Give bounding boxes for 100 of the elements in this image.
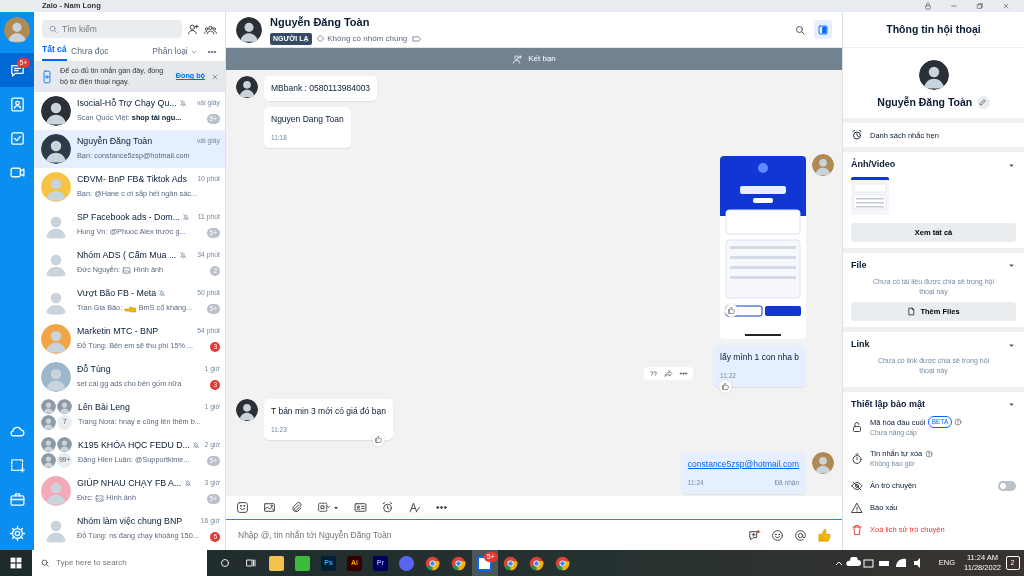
- screenshot-icon[interactable]: [317, 501, 330, 514]
- thumbs-up-icon[interactable]: [817, 527, 832, 543]
- image-icon: [95, 494, 105, 504]
- forward-icon[interactable]: [664, 368, 674, 378]
- sticker-icon[interactable]: [236, 501, 249, 514]
- conversation-name: Lên Bài Leng: [78, 401, 130, 414]
- contact-card-icon[interactable]: [354, 501, 367, 514]
- section-title: Ảnh/Video: [851, 158, 896, 172]
- image-icon: [122, 266, 132, 276]
- warning-icon: [851, 501, 863, 514]
- help-icon[interactable]: [924, 449, 933, 458]
- quote-icon[interactable]: [649, 368, 659, 378]
- start-button[interactable]: [10, 557, 22, 569]
- conversation-name: Nhóm ADS ( Cấm Mua ...: [77, 249, 177, 262]
- conversation-name: CĐVM- BnP FB& Tiktok Ads: [77, 173, 187, 186]
- like-icon[interactable]: [372, 433, 386, 447]
- conversation-name: Nhóm làm việc chung BNP: [77, 515, 183, 528]
- screen-capture-icon: [8, 456, 26, 474]
- avatar: [41, 323, 71, 354]
- edit-name-button[interactable]: [976, 95, 990, 109]
- conversation-name: K195 KHÓA HỌC FEDU D...: [78, 439, 190, 452]
- info-panel-toggle[interactable]: [813, 20, 832, 39]
- close-icon[interactable]: [1002, 2, 1010, 10]
- mutual-groups-link[interactable]: Không có nhóm chung: [316, 32, 408, 45]
- browser-icon: [425, 555, 440, 571]
- conversation-name: Vượt Bão FB - Meta: [77, 287, 157, 300]
- like-icon[interactable]: [719, 379, 733, 393]
- message-text: MBbank : 0580113984003: [271, 82, 371, 95]
- add-friend-icon[interactable]: [186, 22, 200, 36]
- taskbar-search[interactable]: Type here to search: [32, 550, 207, 576]
- lock-icon[interactable]: [924, 2, 932, 10]
- filter-dropdown[interactable]: Phân loại: [152, 45, 198, 61]
- search-field[interactable]: Tìm kiếm: [42, 20, 182, 38]
- dashed-circle-icon: [316, 34, 325, 44]
- quick-message-icon[interactable]: [748, 528, 761, 542]
- conversation-name: SP Facebook ads - Dom...: [77, 211, 180, 224]
- panel-title: Thông tin hội thoại: [886, 21, 981, 38]
- section-title: Link: [851, 338, 870, 352]
- browser-icon: [529, 555, 544, 571]
- email-link[interactable]: constance5zsp@hotmail.com: [687, 459, 799, 470]
- app-icon: [295, 555, 310, 571]
- browser-icon: [555, 555, 570, 571]
- text-format-icon[interactable]: [408, 501, 421, 514]
- app-icon: [269, 555, 284, 571]
- padlock-icon: [851, 421, 863, 434]
- avatar: [41, 399, 56, 415]
- file-icon: [907, 307, 917, 317]
- avatar: [41, 171, 71, 202]
- side-panel-icon: [816, 23, 829, 36]
- conversation-name: Marketin MTC - BNP: [77, 325, 159, 338]
- conversation-name: GIÚP NHAU CHẠY FB A...: [77, 477, 182, 490]
- circle-icon: [218, 557, 231, 569]
- emoji-icon[interactable]: [771, 528, 784, 542]
- avatar: [41, 95, 71, 126]
- conversation-name: Isocial-Hỗ Trợ Chạy Qu...: [77, 97, 177, 110]
- avatar: [918, 60, 949, 90]
- close-icon[interactable]: [211, 72, 219, 81]
- browser-icon: [451, 555, 466, 571]
- paperclip-icon[interactable]: [290, 501, 303, 514]
- checkbox-icon: [8, 129, 26, 147]
- timer-icon: [851, 452, 863, 465]
- avatar: [41, 453, 56, 469]
- help-icon[interactable]: [954, 418, 963, 427]
- trash-icon: [851, 523, 863, 536]
- search-input[interactable]: Tìm kiếm: [62, 22, 176, 36]
- avatar: [41, 475, 71, 506]
- pointing-hand-icon: [124, 304, 137, 313]
- collapse-caret-icon[interactable]: [1007, 400, 1016, 409]
- alarm-clock-icon: [851, 129, 863, 142]
- search-icon: [40, 558, 50, 568]
- add-friend-button[interactable]: Kết bạn: [226, 48, 842, 70]
- app-icon: [399, 555, 414, 571]
- section-title: File: [851, 259, 867, 272]
- message-input-field[interactable]: Nhập @, tin nhắn tới Nguyễn Đăng Toàn: [226, 520, 842, 550]
- search-icon: [48, 24, 58, 34]
- tab[interactable]: Chưa đọc: [71, 45, 109, 61]
- avatar: [41, 133, 71, 164]
- message-text: T bán min 3 mới có giá đó bạn: [271, 404, 387, 418]
- restore-icon[interactable]: [976, 2, 984, 10]
- avatar: [41, 361, 71, 392]
- task-view-icon: [244, 557, 257, 569]
- message-text: lấy mình 1 con nha b: [720, 351, 799, 364]
- eye-off-icon: [851, 479, 863, 492]
- conversation-name: Đỗ Tùng: [77, 363, 111, 376]
- mention-icon[interactable]: [794, 528, 807, 542]
- avatar: [41, 415, 56, 431]
- avatar: [4, 17, 30, 43]
- section-title: Thiết lập bảo mật: [851, 397, 925, 411]
- message-text: Nguyen Dang Toan: [271, 112, 344, 126]
- pencil-icon: [979, 98, 988, 107]
- contact-name: Nguyễn Đăng Toàn: [270, 15, 371, 30]
- settings-icon: [8, 524, 26, 542]
- avatar: [41, 437, 56, 453]
- conversation-name: Nguyễn Đăng Toàn: [77, 135, 153, 148]
- search-icon[interactable]: [793, 23, 806, 36]
- phone-icon: [40, 69, 54, 84]
- image-icon[interactable]: [263, 501, 276, 514]
- browser-icon: [503, 555, 518, 571]
- toggle-switch[interactable]: [998, 480, 1016, 491]
- alarm-clock-icon[interactable]: [381, 501, 394, 514]
